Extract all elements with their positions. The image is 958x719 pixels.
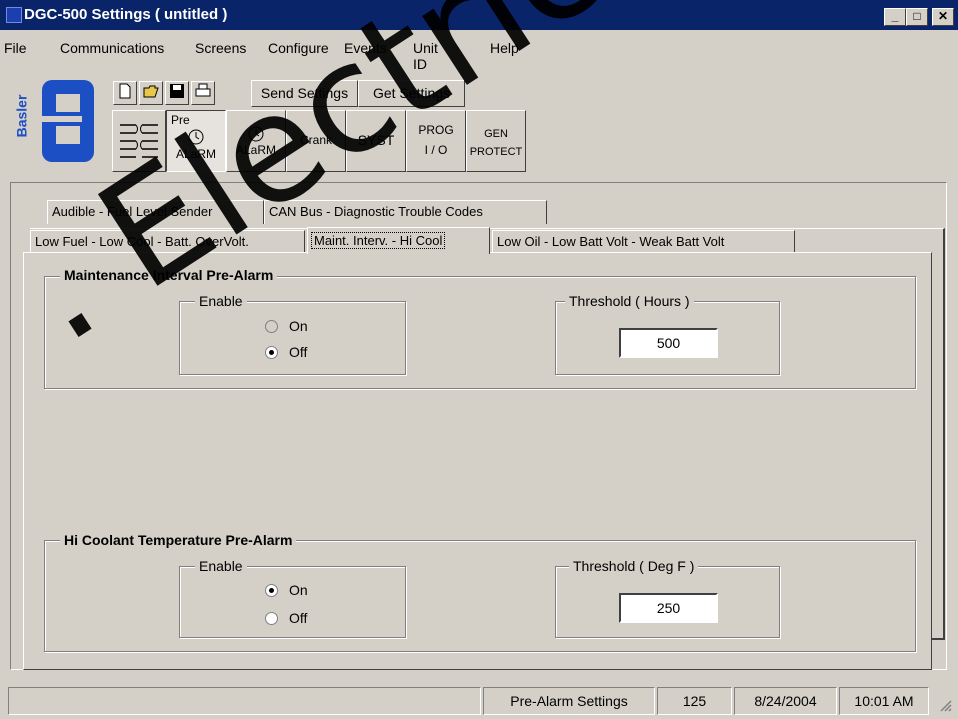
maximize-button[interactable]: □	[906, 8, 928, 26]
status-time: 10:01 AM	[839, 687, 929, 715]
screen-button-pre-alarm[interactable]: Pre ALaRM	[166, 110, 226, 172]
status-number: 125	[657, 687, 732, 715]
alarm-clock-icon	[248, 126, 264, 142]
coolant-enable-label: Enable	[195, 558, 247, 574]
tab-audible-fuel-level-sender[interactable]: Audible - Fuel Level Sender	[47, 200, 264, 224]
maint-on-radio[interactable]	[265, 320, 278, 333]
pre-alarm-line1: Pre	[171, 113, 190, 127]
coolant-group-title: Hi Coolant Temperature Pre-Alarm	[60, 532, 297, 548]
close-button[interactable]: ✕	[932, 8, 954, 26]
menu-file[interactable]: File	[4, 40, 27, 56]
gen-protect-line1: GEN	[484, 128, 508, 140]
logo-text: Basler	[13, 94, 30, 138]
coolant-on-label: On	[289, 582, 308, 598]
menu-screens[interactable]: Screens	[195, 40, 246, 56]
tab-can-bus-dtc[interactable]: CAN Bus - Diagnostic Trouble Codes	[264, 200, 547, 224]
maint-threshold-label: Threshold ( Hours )	[565, 293, 694, 309]
printer-icon	[195, 83, 211, 97]
menu-configure[interactable]: Configure	[268, 40, 329, 56]
save-disk-icon	[170, 84, 184, 98]
maint-enable-group	[179, 301, 406, 375]
pre-alarm-line2: ALaRM	[175, 147, 216, 161]
coolant-group	[44, 540, 916, 652]
menu-communications[interactable]: Communications	[60, 40, 164, 56]
alarm-label: ALaRM	[235, 143, 276, 157]
get-settings-button[interactable]: Get Settings	[358, 80, 465, 107]
screen-button-gen-protect[interactable]: GEN PROTECT	[466, 110, 526, 172]
maint-threshold-input[interactable]: 500	[619, 328, 718, 358]
tab-low-fuel-low-cool[interactable]: Low Fuel - Low Cool - Batt. OverVolt.	[30, 230, 305, 254]
coolant-on-radio[interactable]	[265, 584, 278, 597]
window-title: DGC-500 Settings ( untitled )	[24, 6, 228, 23]
gen-protect-line2: PROTECT	[469, 146, 523, 158]
coolant-threshold-input[interactable]: 250	[619, 593, 718, 623]
screen-button-system-diagram[interactable]	[112, 110, 166, 172]
menu-unit-id[interactable]: Unit ID	[413, 40, 438, 72]
maint-off-label: Off	[289, 344, 308, 360]
prog-io-line2: I / O	[424, 143, 448, 157]
maintenance-group	[44, 276, 916, 389]
maint-on-label: On	[289, 318, 308, 334]
print-button[interactable]	[191, 81, 215, 105]
maint-off-radio[interactable]	[265, 346, 278, 359]
status-date: 8/24/2004	[734, 687, 837, 715]
screen-button-alarm[interactable]: ALaRM	[226, 110, 286, 172]
screen-button-prog-io[interactable]: PROG I / O	[406, 110, 466, 172]
save-file-button[interactable]	[165, 81, 189, 105]
tab-low-oil-batt-volt[interactable]: Low Oil - Low Batt Volt - Weak Batt Volt	[492, 230, 795, 254]
app-icon[interactable]	[6, 7, 22, 23]
system-diagram-icon	[120, 124, 158, 158]
send-settings-button[interactable]: Send Settings	[251, 80, 358, 107]
open-folder-icon	[143, 85, 159, 98]
new-file-button[interactable]	[113, 81, 137, 105]
menu-help[interactable]: Help	[490, 40, 519, 56]
title-bar[interactable]: DGC-500 Settings ( untitled ) _ □ ✕	[0, 0, 958, 30]
selected-tab-label: Maint. Interv. - Hi Cool	[310, 232, 446, 249]
coolant-threshold-label: Threshold ( Deg F )	[569, 558, 699, 574]
screen-button-crank[interactable]: Crank	[286, 110, 346, 172]
screen-button-syst[interactable]: SYST	[346, 110, 406, 172]
new-file-icon	[119, 83, 131, 99]
minimize-button[interactable]: _	[884, 8, 906, 26]
status-panel-main	[8, 687, 481, 715]
maint-enable-label: Enable	[195, 293, 247, 309]
tab-maint-interv-hi-cool[interactable]: Maint. Interv. - Hi Cool	[307, 227, 490, 254]
coolant-enable-group	[179, 566, 406, 638]
prog-io-line1: PROG	[418, 123, 454, 137]
open-file-button[interactable]	[139, 81, 163, 105]
basler-logo: Basler	[13, 68, 104, 176]
maintenance-group-title: Maintenance Interval Pre-Alarm	[60, 267, 278, 283]
menu-events[interactable]: Events	[344, 40, 387, 56]
clock-icon	[188, 129, 204, 145]
status-screen-name: Pre-Alarm Settings	[483, 687, 655, 715]
coolant-off-radio[interactable]	[265, 612, 278, 625]
resize-grip-icon[interactable]	[937, 697, 953, 716]
coolant-off-label: Off	[289, 610, 308, 626]
